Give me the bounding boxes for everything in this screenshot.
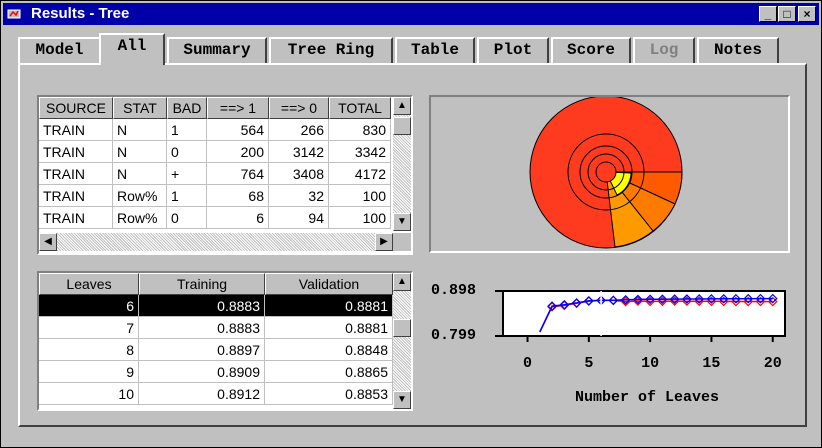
scroll-thumb[interactable]	[393, 117, 411, 135]
tab-all[interactable]: All	[99, 33, 165, 65]
summary-horizontal-scrollbar[interactable]	[39, 233, 393, 251]
table-cell[interactable]: 200	[207, 141, 269, 163]
title-bar[interactable]: Results - Tree _ □ ×	[3, 3, 819, 25]
x-tick-label: 5	[584, 355, 593, 372]
table-cell[interactable]: 32	[269, 185, 329, 207]
table-cell[interactable]: 6	[207, 207, 269, 229]
table-cell[interactable]: 100	[329, 207, 391, 229]
column-header-bad[interactable]: BAD	[167, 97, 207, 119]
table-cell[interactable]: 0.8883	[139, 317, 265, 339]
x-tick-label: 20	[764, 355, 782, 372]
table-cell[interactable]: 9	[39, 361, 139, 383]
table-cell[interactable]: 830	[329, 119, 391, 141]
column-header-stat[interactable]: STAT	[113, 97, 167, 119]
y-tick-label: 0.799	[431, 327, 476, 344]
table-cell[interactable]: 10	[39, 383, 139, 405]
table-cell[interactable]: 1	[167, 119, 207, 141]
column-header-validation[interactable]: Validation	[265, 273, 393, 295]
scroll-down-button[interactable]: ▼	[393, 213, 411, 231]
column-header-total[interactable]: TOTAL	[329, 97, 391, 119]
table-cell[interactable]: TRAIN	[39, 163, 113, 185]
table-cell[interactable]: 0.8853	[265, 383, 393, 405]
scroll-up-button[interactable]: ▲	[393, 97, 411, 115]
scroll-left-button[interactable]: ◀	[39, 233, 57, 251]
table-cell[interactable]: 68	[207, 185, 269, 207]
x-axis-label: Number of Leaves	[575, 389, 719, 406]
tab-notes[interactable]: Notes	[697, 37, 779, 63]
table-cell[interactable]: 0.8897	[139, 339, 265, 361]
tab-summary[interactable]: Summary	[167, 37, 267, 63]
table-cell[interactable]: N	[113, 163, 167, 185]
table-cell[interactable]: 266	[269, 119, 329, 141]
plot-area	[502, 290, 786, 337]
x-tick-label: 15	[702, 355, 720, 372]
table-cell[interactable]: 94	[269, 207, 329, 229]
column-header-leaves[interactable]: Leaves	[39, 273, 139, 295]
table-cell[interactable]: TRAIN	[39, 185, 113, 207]
scroll-thumb[interactable]	[393, 319, 411, 337]
x-tick-label: 10	[641, 355, 659, 372]
tab-plot[interactable]: Plot	[477, 37, 549, 63]
tree-ring-root[interactable]	[595, 161, 617, 183]
table-cell[interactable]: 100	[329, 185, 391, 207]
y-tick-label: 0.898	[431, 282, 476, 299]
close-button[interactable]: ×	[798, 6, 816, 22]
table-cell[interactable]: 3142	[269, 141, 329, 163]
column-header-source[interactable]: SOURCE	[39, 97, 113, 119]
scroll-down-button[interactable]: ▼	[393, 391, 411, 409]
table-cell[interactable]: 0	[167, 207, 207, 229]
table-cell[interactable]: TRAIN	[39, 141, 113, 163]
results-window: Results - Tree _ □ × Model All Summary T…	[0, 0, 822, 448]
column-header-to-1[interactable]: ==> 1	[207, 97, 269, 119]
table-cell[interactable]: Row%	[113, 207, 167, 229]
table-cell[interactable]: TRAIN	[39, 207, 113, 229]
x-tick-label: 0	[523, 355, 532, 372]
table-cell[interactable]: 0.8865	[265, 361, 393, 383]
table-cell[interactable]: N	[113, 141, 167, 163]
table-cell[interactable]: +	[167, 163, 207, 185]
table-cell[interactable]: 0.8883	[139, 295, 265, 317]
table-cell[interactable]: 4172	[329, 163, 391, 185]
table-cell[interactable]: TRAIN	[39, 119, 113, 141]
table-cell[interactable]: 0	[167, 141, 207, 163]
table-cell[interactable]: 0.8912	[139, 383, 265, 405]
column-header-to-0[interactable]: ==> 0	[269, 97, 329, 119]
tab-log[interactable]: Log	[633, 37, 695, 63]
tab-score[interactable]: Score	[551, 37, 631, 63]
minimize-button[interactable]: _	[759, 6, 777, 22]
table-cell[interactable]: 3408	[269, 163, 329, 185]
table-cell[interactable]: 0.8881	[265, 317, 393, 339]
scroll-corner	[393, 233, 411, 251]
table-cell[interactable]: 3342	[329, 141, 391, 163]
table-cell[interactable]: 0.8848	[265, 339, 393, 361]
table-cell[interactable]: 0.8881	[265, 295, 393, 317]
scroll-up-button[interactable]: ▲	[393, 273, 411, 291]
table-cell[interactable]: 1	[167, 185, 207, 207]
summary-table: SOURCE STAT BAD ==> 1 ==> 0 TOTAL TRAIN …	[37, 95, 413, 255]
table-cell[interactable]: 6	[39, 295, 139, 317]
tab-model[interactable]: Model	[18, 37, 101, 63]
table-cell[interactable]: 0.8909	[139, 361, 265, 383]
tab-table[interactable]: Table	[395, 37, 475, 63]
table-cell[interactable]: 7	[39, 317, 139, 339]
tab-tree-ring[interactable]: Tree Ring	[269, 37, 393, 63]
scroll-right-button[interactable]: ▶	[375, 233, 393, 251]
tree-ring-svg	[529, 95, 683, 249]
window-icon	[7, 9, 21, 19]
maximize-button[interactable]: □	[778, 6, 796, 22]
table-cell[interactable]: 8	[39, 339, 139, 361]
assessment-plot[interactable]: 0.898 0.799 0 5 10 15 20 Number of Leaves	[425, 269, 795, 415]
table-cell[interactable]: Row%	[113, 185, 167, 207]
table-cell[interactable]: N	[113, 119, 167, 141]
window-title: Results - Tree	[31, 5, 130, 22]
table-cell[interactable]: 764	[207, 163, 269, 185]
leaves-table: Leaves Training Validation 6 0.8883 0.88…	[37, 271, 413, 411]
table-cell[interactable]: 564	[207, 119, 269, 141]
tree-ring-plot[interactable]	[429, 95, 790, 253]
leaves-vertical-scrollbar[interactable]	[393, 273, 411, 409]
column-header-training[interactable]: Training	[139, 273, 265, 295]
assessment-chart-svg: 0.898 0.799 0 5 10 15 20 Number of Leaves	[431, 282, 786, 406]
